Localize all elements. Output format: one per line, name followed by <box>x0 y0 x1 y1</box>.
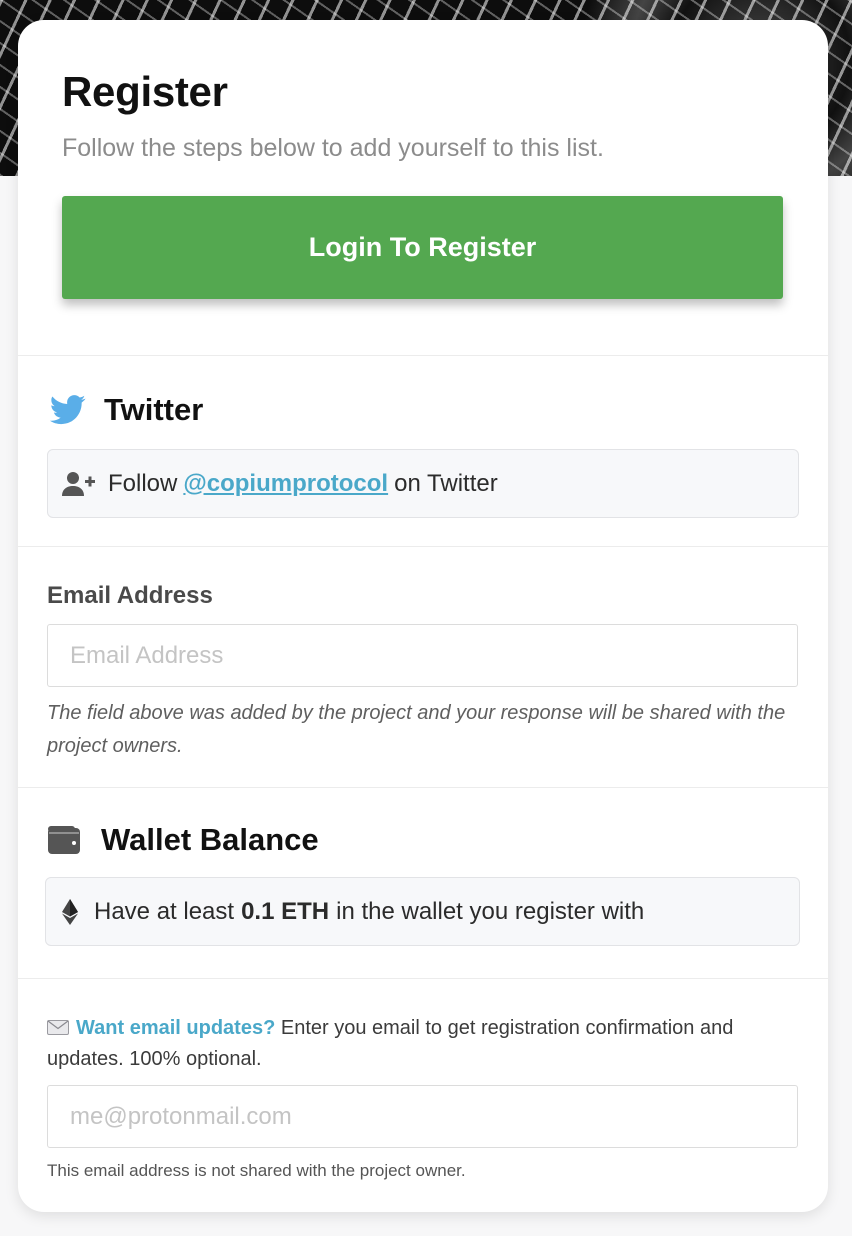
email-address-input[interactable] <box>47 624 798 687</box>
ethereum-icon <box>62 898 82 925</box>
twitter-title: Twitter <box>104 392 204 427</box>
wallet-task-suffix: in the wallet you register with <box>336 897 645 925</box>
page-title: Register <box>62 68 228 115</box>
twitter-section: Twitter Follow @copiumprotocol on Twitte… <box>18 356 828 547</box>
register-card: Register Follow the steps below to add y… <box>18 20 828 1212</box>
user-plus-icon <box>62 471 96 497</box>
twitter-header: Twitter <box>47 392 799 428</box>
twitter-task-suffix: on Twitter <box>394 469 498 497</box>
email-updates-text: Want email updates? Enter you email to g… <box>47 1013 798 1075</box>
wallet-balance-section: Wallet Balance Have at least 0.1 ETH in … <box>18 788 828 979</box>
updates-email-help: This email address is not shared with th… <box>47 1161 466 1180</box>
page-subtitle: Follow the steps below to add yourself t… <box>62 134 604 162</box>
email-address-label: Email Address <box>47 582 213 609</box>
twitter-handle-link[interactable]: @copiumprotocol <box>183 470 388 498</box>
email-updates-link[interactable]: Want email updates? <box>76 1017 275 1039</box>
twitter-follow-task: Follow @copiumprotocol on Twitter <box>47 449 799 518</box>
wallet-balance-task: Have at least 0.1 ETH in the wallet you … <box>45 877 800 946</box>
wallet-icon <box>47 825 81 855</box>
email-address-help: The field above was added by the project… <box>47 702 786 757</box>
twitter-bird-icon <box>50 395 86 425</box>
updates-email-input[interactable] <box>47 1085 798 1148</box>
wallet-task-amount: 0.1 ETH <box>241 897 330 925</box>
wallet-title: Wallet Balance <box>101 822 319 857</box>
email-updates-section: Want email updates? Enter you email to g… <box>18 979 828 1183</box>
email-address-section: Email Address The field above was added … <box>18 547 828 788</box>
envelope-icon <box>47 1014 69 1035</box>
register-header: Register Follow the steps below to add y… <box>18 20 828 356</box>
login-to-register-button[interactable]: Login To Register <box>62 196 783 299</box>
twitter-task-prefix: Follow <box>108 469 178 497</box>
wallet-header: Wallet Balance <box>47 822 801 858</box>
wallet-task-prefix: Have at least <box>94 897 235 925</box>
